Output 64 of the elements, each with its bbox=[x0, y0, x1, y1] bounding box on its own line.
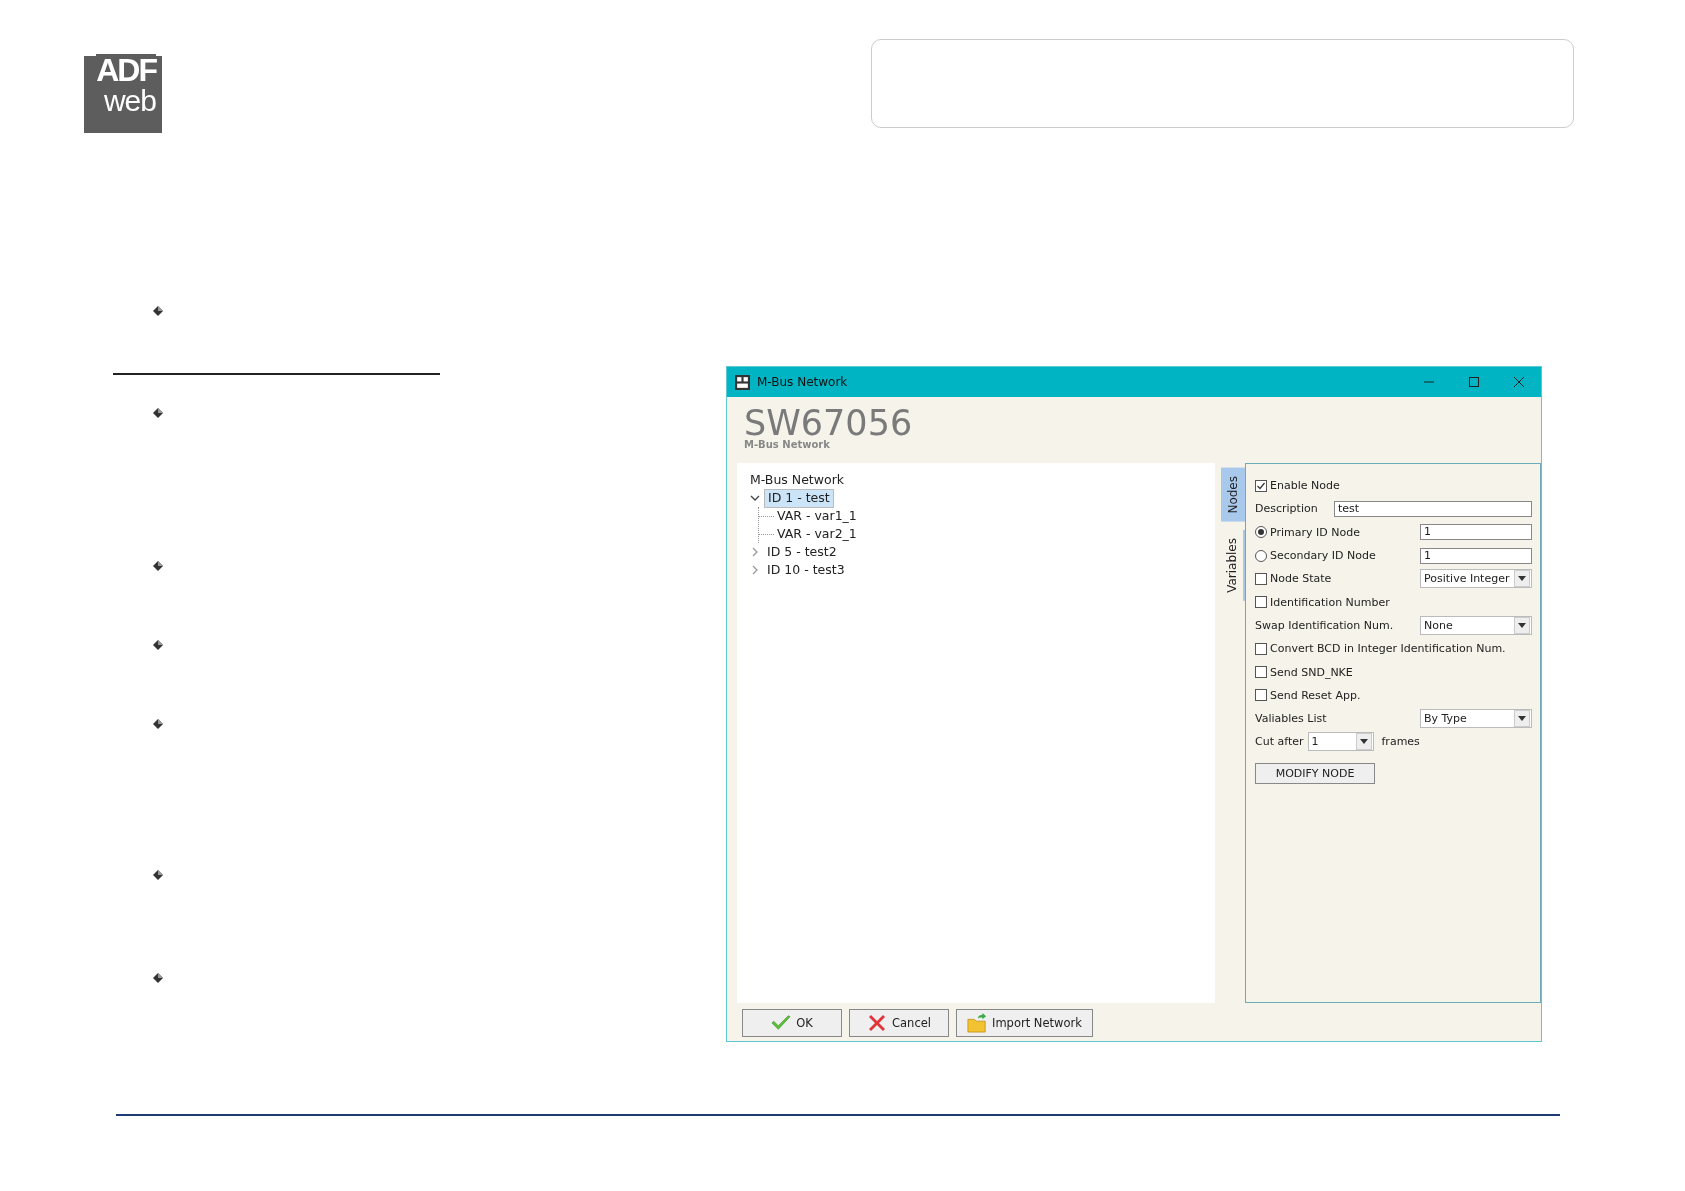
checkbox-label: Identification Number bbox=[1270, 595, 1390, 609]
tree-node[interactable]: VAR - var2_1 bbox=[774, 526, 860, 542]
bullet-icon bbox=[152, 305, 164, 317]
cancel-button[interactable]: Cancel bbox=[849, 1009, 949, 1037]
checkbox[interactable] bbox=[1255, 479, 1267, 492]
field-suffix: frames bbox=[1381, 735, 1420, 749]
chevron-down-icon[interactable] bbox=[750, 493, 760, 503]
checkbox[interactable] bbox=[1255, 572, 1267, 585]
checkbox[interactable] bbox=[1255, 689, 1267, 702]
checkbox[interactable] bbox=[1255, 666, 1267, 678]
cancel-x-icon bbox=[867, 1013, 887, 1033]
bullet-icon bbox=[152, 407, 164, 419]
modify-node-button[interactable]: MODIFY NODE bbox=[1255, 762, 1375, 784]
dropdown-arrow-icon bbox=[1518, 576, 1526, 582]
dropdown[interactable]: Positive Integer bbox=[1420, 569, 1532, 589]
text-field[interactable]: test bbox=[1334, 500, 1532, 517]
field-label: Description bbox=[1255, 502, 1318, 516]
dropdown[interactable]: 1 bbox=[1307, 732, 1374, 752]
bullet-icon bbox=[152, 972, 164, 984]
field-label: Swap Identification Num. bbox=[1255, 618, 1394, 632]
window-title: M-Bus Network bbox=[757, 375, 848, 389]
app-title: SW67056 bbox=[744, 405, 914, 441]
checkbox-label: Node State bbox=[1270, 572, 1332, 586]
checkbox[interactable] bbox=[1255, 642, 1267, 655]
chevron-right-icon[interactable] bbox=[750, 547, 760, 557]
dropdown[interactable]: None bbox=[1420, 615, 1532, 635]
app-icon bbox=[735, 374, 750, 390]
chevron-right-icon[interactable] bbox=[750, 565, 760, 575]
close-icon bbox=[1513, 377, 1524, 387]
checkbox-label: Send Reset App. bbox=[1270, 688, 1361, 702]
dropdown-arrow-icon bbox=[1518, 622, 1526, 628]
checkmark-icon bbox=[771, 1013, 792, 1033]
dropdown-arrow-icon bbox=[1518, 716, 1526, 722]
checkbox[interactable] bbox=[1255, 596, 1267, 609]
tree-root[interactable]: M-Bus Network bbox=[750, 471, 1215, 489]
tree-node[interactable]: ID 1 - test bbox=[764, 488, 834, 508]
bullet-icon bbox=[152, 869, 164, 881]
side-tab[interactable]: Variables bbox=[1221, 529, 1245, 601]
ok-button[interactable]: OK bbox=[742, 1009, 842, 1037]
app-subtitle: M-Bus Network bbox=[744, 439, 831, 450]
checkbox-label: Send SND_NKE bbox=[1270, 665, 1353, 679]
side-tab[interactable]: Nodes bbox=[1221, 468, 1245, 522]
radio-button[interactable] bbox=[1255, 549, 1267, 562]
dropdown[interactable]: By Type bbox=[1420, 709, 1532, 729]
radio-button[interactable] bbox=[1255, 526, 1267, 539]
field-label: Valiables List bbox=[1255, 712, 1327, 726]
company-logo: ADF web bbox=[84, 56, 162, 133]
import-button[interactable]: Import Network bbox=[956, 1009, 1093, 1037]
checkbox-label: Convert BCD in Integer Identification Num. bbox=[1270, 642, 1506, 656]
text-field[interactable]: 1 bbox=[1420, 547, 1532, 564]
checkbox-label: Enable Node bbox=[1270, 479, 1340, 493]
radio-label: Secondary ID Node bbox=[1270, 549, 1376, 563]
radio-label: Primary ID Node bbox=[1270, 525, 1360, 539]
bullet-icon bbox=[152, 639, 164, 651]
bullet-icon bbox=[152, 560, 164, 572]
maximize-icon bbox=[1468, 377, 1479, 387]
tree-node[interactable]: ID 5 - test2 bbox=[764, 544, 840, 560]
text-field[interactable]: 1 bbox=[1420, 524, 1532, 541]
tree-node[interactable]: ID 10 - test3 bbox=[764, 562, 848, 578]
field-label: Cut after bbox=[1255, 735, 1304, 749]
dropdown-arrow-icon bbox=[1359, 739, 1368, 745]
tree-node[interactable]: VAR - var1_1 bbox=[774, 508, 860, 524]
bullet-icon bbox=[152, 718, 164, 730]
folder-arrow-icon bbox=[967, 1013, 987, 1033]
